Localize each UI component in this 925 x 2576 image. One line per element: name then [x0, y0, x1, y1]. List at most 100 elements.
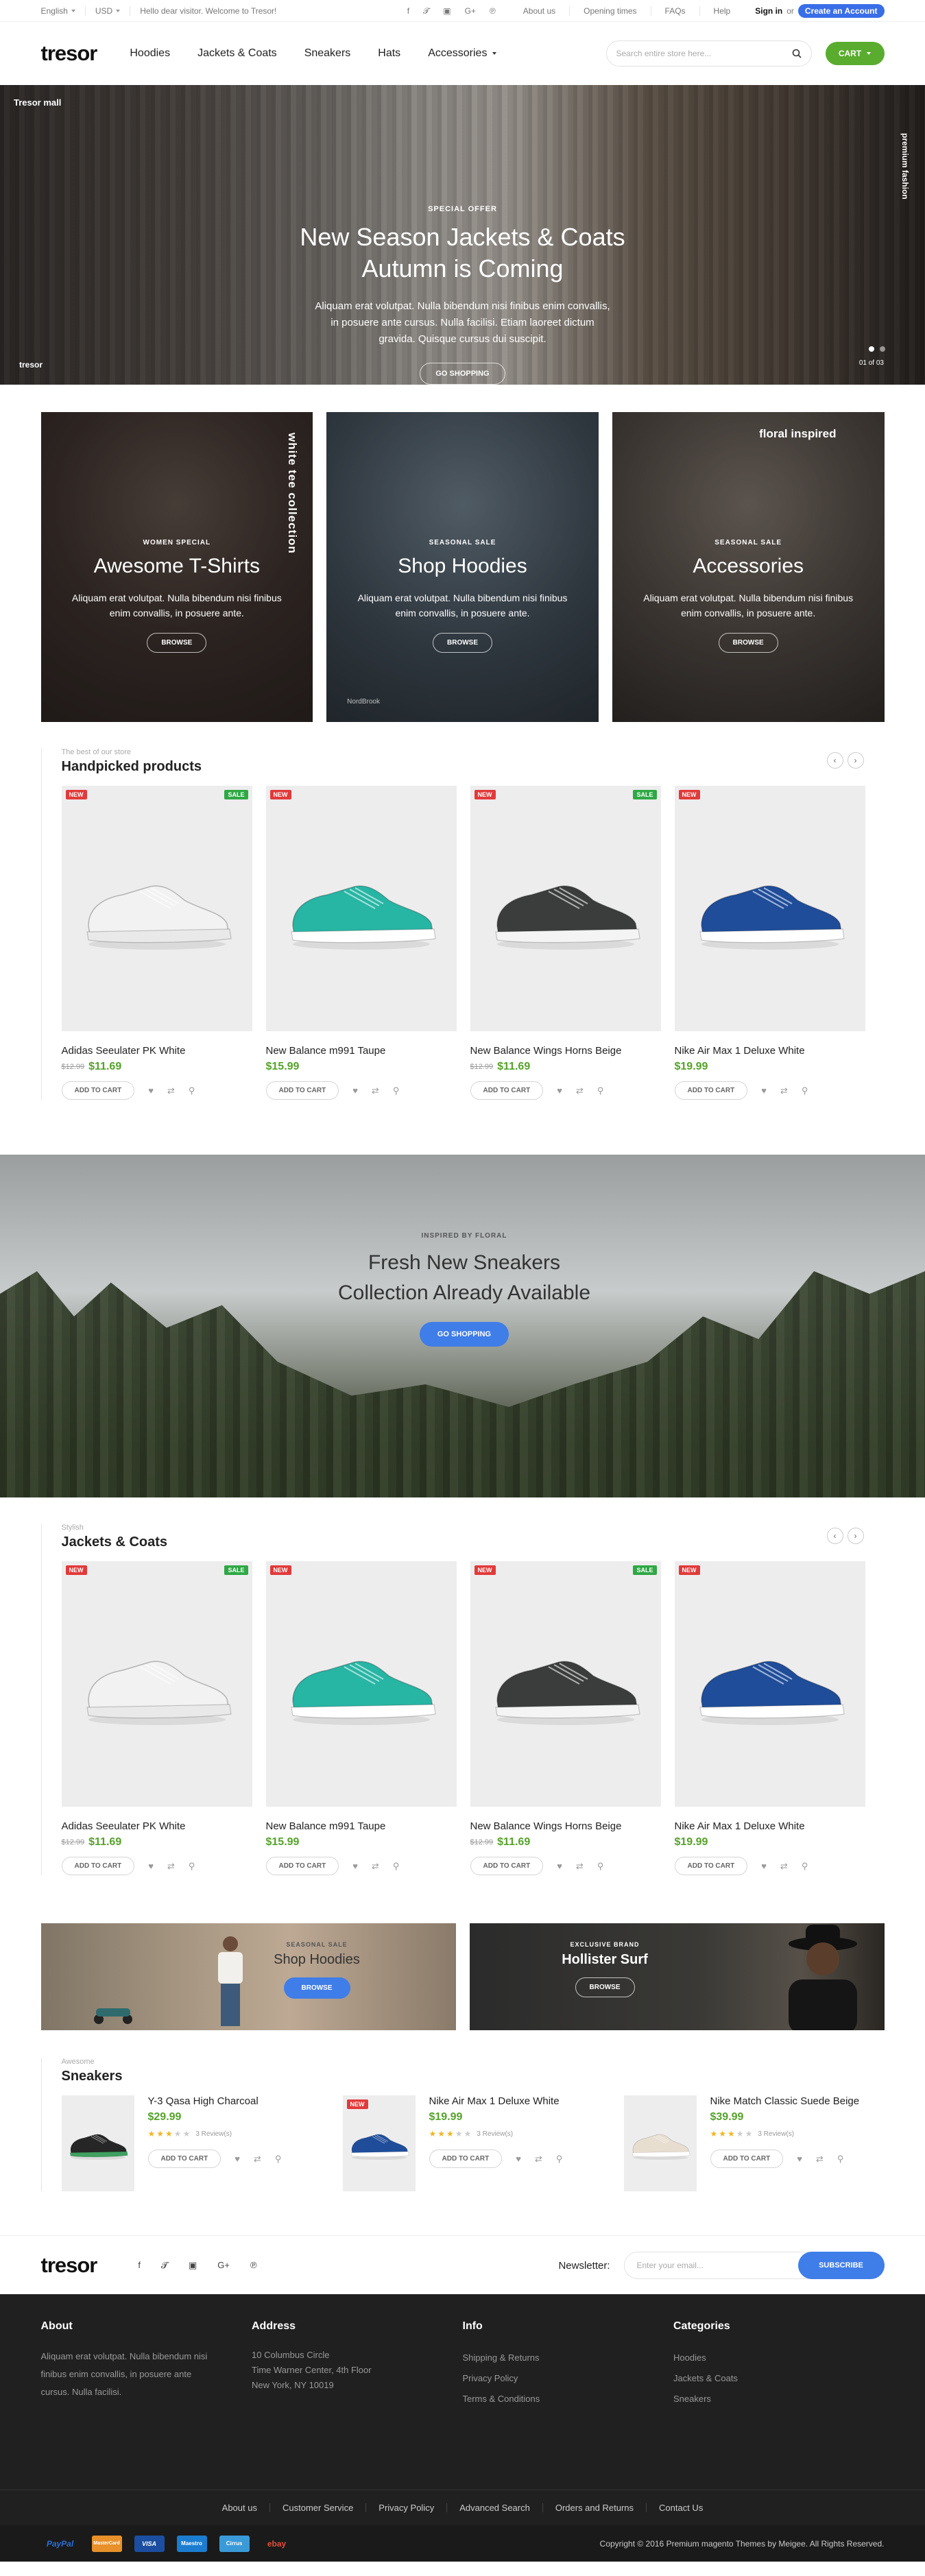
top-link-about[interactable]: About us [509, 6, 569, 16]
promo-hoodies[interactable]: NordBrook SEASONAL SALE Shop Hoodies Ali… [326, 412, 599, 722]
banner-shop-hoodies[interactable]: SEASONAL SALE Shop Hoodies BROWSE [40, 1923, 456, 2030]
compare-icon[interactable]: ⇄ [576, 1861, 584, 1872]
product-name[interactable]: Adidas Seeulater PK White [62, 1045, 252, 1057]
product-name[interactable]: New Balance m991 Taupe [266, 1820, 457, 1832]
product-image-wrap[interactable]: NEW SALE [470, 786, 661, 1031]
nav-item-jackets-coats[interactable]: Jackets & Coats [197, 47, 277, 60]
product-card[interactable]: NEW New Balance m991 Taupe $15.99 ADD TO CA… [265, 1561, 457, 1875]
product-card[interactable]: NEW SALE Adidas Seeulater PK White $12.99 $1… [61, 786, 252, 1100]
facebook-icon[interactable]: f [407, 6, 409, 16]
review-count[interactable]: 3 Review(s) [477, 2130, 513, 2138]
compare-icon[interactable]: ⇄ [167, 1085, 175, 1096]
product-card[interactable]: NEW SALE Adidas Seeulater PK White $12.99 $1… [61, 1561, 252, 1875]
footer-nav-customer-service[interactable]: Customer Service [269, 2503, 365, 2512]
cart-button[interactable]: CART [825, 42, 885, 65]
product-name[interactable]: Adidas Seeulater PK White [62, 1820, 252, 1832]
product-card[interactable]: NEW Nike Air Max 1 Deluxe White $19.99 ADD … [674, 1561, 865, 1875]
add-to-cart-button[interactable]: ADD TO CART [470, 1857, 544, 1875]
product-image-wrap[interactable]: NEW [674, 1561, 865, 1807]
banner-go-shopping-button[interactable]: GO SHOPPING [419, 1322, 509, 1347]
product-card[interactable]: NEW SALE New Balance Wings Horns Beige $12.… [470, 786, 661, 1100]
wishlist-heart-icon[interactable]: ♥ [352, 1085, 358, 1096]
nav-item-hoodies[interactable]: Hoodies [130, 47, 170, 60]
twitter-icon[interactable]: 𝓣 [161, 2260, 168, 2271]
review-count[interactable]: 3 Review(s) [195, 2130, 232, 2138]
footer-nav-orders-returns[interactable]: Orders and Returns [542, 2503, 646, 2512]
compare-icon[interactable]: ⇄ [167, 1861, 175, 1872]
footer-nav-privacy-policy[interactable]: Privacy Policy [365, 2503, 446, 2512]
wishlist-heart-icon[interactable]: ♥ [148, 1085, 154, 1096]
footer-link[interactable]: Shipping & Returns [463, 2348, 674, 2368]
browse-button[interactable]: BROWSE [433, 633, 492, 653]
wishlist-heart-icon[interactable]: ♥ [761, 1861, 767, 1871]
currency-select[interactable]: USD [95, 6, 131, 16]
browse-button[interactable]: BROWSE [718, 633, 778, 653]
product-image-wrap[interactable]: NEW [674, 786, 865, 1031]
review-count[interactable]: 3 Review(s) [758, 2130, 794, 2138]
compare-icon[interactable]: ⇄ [535, 2154, 542, 2165]
footer-link[interactable]: Hoodies [673, 2348, 885, 2368]
quick-view-search-icon[interactable]: ⚲ [597, 1861, 604, 1872]
add-to-cart-button[interactable]: ADD TO CART [147, 2150, 221, 2168]
add-to-cart-button[interactable]: ADD TO CART [674, 1857, 748, 1875]
product-image-wrap[interactable] [623, 2095, 697, 2191]
footer-nav-contact-us[interactable]: Contact Us [646, 2503, 715, 2512]
add-to-cart-button[interactable]: ADD TO CART [470, 1081, 544, 1100]
wishlist-heart-icon[interactable]: ♥ [761, 1085, 767, 1096]
wishlist-heart-icon[interactable]: ♥ [797, 2154, 802, 2164]
browse-button[interactable]: BROWSE [575, 1977, 635, 1997]
add-to-cart-button[interactable]: ADD TO CART [710, 2150, 784, 2168]
pinterest-icon[interactable]: ℗ [490, 6, 496, 16]
top-link-help[interactable]: Help [699, 6, 745, 16]
footer-link[interactable]: Terms & Conditions [463, 2389, 674, 2409]
nav-item-accessories[interactable]: Accessories [428, 47, 497, 60]
quick-view-search-icon[interactable]: ⚲ [837, 2154, 844, 2165]
arrow-left-icon[interactable]: ‹ [826, 1528, 843, 1544]
product-card[interactable]: NEW Nike Air Max 1 Deluxe White $19.99 ADD … [674, 786, 865, 1100]
product-card[interactable]: NEW SALE New Balance Wings Horns Beige $12.… [470, 1561, 661, 1875]
product-name[interactable]: New Balance Wings Horns Beige [470, 1045, 661, 1057]
quick-view-search-icon[interactable]: ⚲ [802, 1085, 808, 1096]
instagram-icon[interactable]: ▣ [189, 2260, 197, 2271]
sneakers-banner[interactable]: INSPIRED BY FLORAL Fresh New Sneakers Co… [0, 1155, 925, 1497]
hero-go-shopping-button[interactable]: GO SHOPPING [420, 363, 505, 385]
slider-dot[interactable] [880, 346, 885, 352]
wishlist-heart-icon[interactable]: ♥ [516, 2154, 521, 2164]
quick-view-search-icon[interactable]: ⚲ [393, 1085, 400, 1096]
hero-slider[interactable]: Tresor mall premium fashion SPECIAL OFFE… [0, 85, 925, 385]
arrow-right-icon[interactable]: › [847, 1528, 864, 1544]
twitter-icon[interactable]: 𝓣 [423, 6, 429, 16]
promo-accessories[interactable]: floral inspired SEASONAL SALE Accessorie… [612, 412, 885, 722]
product-card[interactable]: NEW New Balance m991 Taupe $15.99 ADD TO CA… [265, 786, 457, 1100]
wishlist-heart-icon[interactable]: ♥ [557, 1085, 562, 1096]
footer-link[interactable]: Privacy Policy [463, 2368, 674, 2389]
compare-icon[interactable]: ⇄ [816, 2154, 824, 2165]
compare-icon[interactable]: ⇄ [372, 1861, 379, 1872]
product-name[interactable]: Nike Air Max 1 Deluxe White [429, 2095, 563, 2107]
wishlist-heart-icon[interactable]: ♥ [148, 1861, 154, 1871]
search-icon[interactable] [792, 49, 802, 58]
slider-dot[interactable] [869, 346, 874, 352]
sneaker-list-item[interactable]: Nike Match Classic Suede Beige $39.99 ★ ★ ★ ★… [623, 2095, 885, 2191]
add-to-cart-button[interactable]: ADD TO CART [674, 1081, 748, 1100]
wishlist-heart-icon[interactable]: ♥ [352, 1861, 358, 1871]
quick-view-search-icon[interactable]: ⚲ [189, 1861, 195, 1872]
nav-item-sneakers[interactable]: Sneakers [304, 47, 351, 60]
search-input[interactable]: Search entire store here... [605, 40, 812, 67]
banner-hollister-surf[interactable]: EXCLUSIVE BRAND Hollister Surf BROWSE [469, 1923, 885, 2030]
logo[interactable]: tresor [41, 41, 98, 66]
add-to-cart-button[interactable]: ADD TO CART [61, 1081, 135, 1100]
google-plus-icon[interactable]: G+ [217, 2260, 230, 2271]
product-image-wrap[interactable]: NEW [265, 1561, 457, 1807]
top-link-faqs[interactable]: FAQs [650, 6, 699, 16]
product-name[interactable]: Nike Match Classic Suede Beige [710, 2095, 860, 2107]
top-link-opening-times[interactable]: Opening times [569, 6, 650, 16]
facebook-icon[interactable]: f [138, 2260, 141, 2271]
quick-view-search-icon[interactable]: ⚲ [275, 2154, 282, 2165]
quick-view-search-icon[interactable]: ⚲ [556, 2154, 563, 2165]
wishlist-heart-icon[interactable]: ♥ [235, 2154, 240, 2164]
add-to-cart-button[interactable]: ADD TO CART [265, 1857, 339, 1875]
subscribe-button[interactable]: SUBSCRIBE [797, 2252, 885, 2279]
sneaker-list-item[interactable]: Y-3 Qasa High Charcoal $29.99 ★ ★ ★ ★ ★ 3 Revie… [61, 2095, 322, 2191]
compare-icon[interactable]: ⇄ [780, 1085, 788, 1096]
